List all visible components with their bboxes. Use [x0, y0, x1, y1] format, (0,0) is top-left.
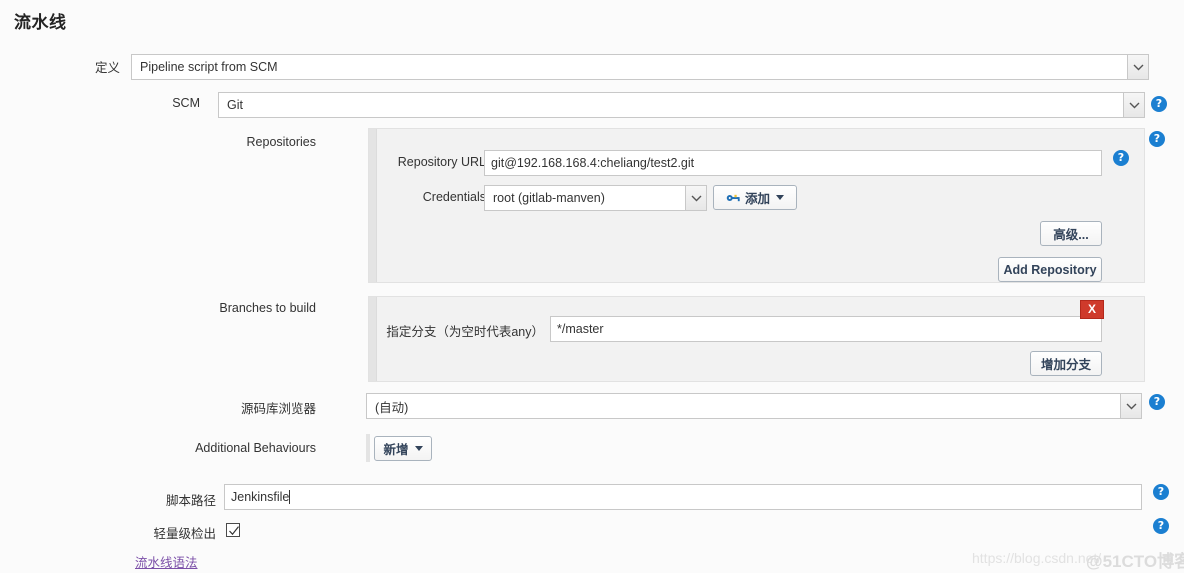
add-behaviour-label: 新增	[383, 443, 409, 457]
pipeline-config-page: 流水线 定义 Pipeline script from SCM SCM Git …	[0, 0, 1184, 573]
panel-accent-bar	[369, 129, 377, 282]
behaviours-accent-bar	[366, 434, 370, 462]
delete-branch-button[interactable]: X	[1080, 300, 1104, 319]
advanced-button-label: 高级...	[1053, 228, 1089, 242]
pipeline-syntax-link[interactable]: 流水线语法	[135, 552, 198, 571]
repo-browser-select[interactable]: (自动)	[366, 393, 1142, 419]
watermark-handle: @51CTO博客	[1086, 552, 1184, 571]
branch-specifier-label-wrap: 指定分支（为空时代表any）	[384, 321, 544, 340]
page-title: 流水线	[14, 13, 67, 32]
add-credentials-button[interactable]: 添加	[713, 185, 798, 210]
advanced-button[interactable]: 高级...	[1040, 221, 1102, 246]
credentials-select-value: root (gitlab-manven)	[493, 191, 605, 205]
credentials-label-wrap: Credentials	[380, 190, 486, 204]
repository-url-label: Repository URL	[397, 155, 486, 169]
definition-label-wrap: 定义	[30, 57, 120, 76]
branch-specifier-input[interactable]: */master	[550, 316, 1102, 342]
watermark-url: https://blog.csdn.net/	[972, 550, 1102, 566]
caret-down-icon	[414, 446, 423, 451]
key-icon	[726, 194, 740, 201]
definition-label: 定义	[94, 61, 120, 75]
help-icon-repositories[interactable]: ?	[1149, 131, 1165, 147]
lightweight-checkout-checkbox[interactable]	[226, 523, 240, 537]
branch-specifier-value: */master	[557, 322, 604, 336]
additional-behaviours-label: Additional Behaviours	[195, 441, 316, 455]
add-branch-button[interactable]: 增加分支	[1030, 351, 1102, 376]
help-icon-lightweight-checkout[interactable]: ?	[1153, 518, 1169, 534]
repo-browser-label: 源码库浏览器	[240, 402, 316, 416]
credentials-label: Credentials	[422, 190, 486, 204]
help-icon-script-path[interactable]: ?	[1153, 484, 1169, 500]
help-icon-scm[interactable]: ?	[1151, 96, 1167, 112]
chevron-down-icon[interactable]	[1127, 55, 1148, 79]
add-behaviour-button[interactable]: 新增	[374, 436, 432, 461]
branches-label-wrap: Branches to build	[186, 301, 316, 315]
credentials-select[interactable]: root (gitlab-manven)	[484, 185, 707, 211]
repositories-label: Repositories	[246, 135, 316, 149]
add-repository-button[interactable]: Add Repository	[998, 257, 1102, 282]
scm-select[interactable]: Git	[218, 92, 1145, 118]
help-icon-repository-url[interactable]: ?	[1113, 150, 1129, 166]
check-icon	[229, 526, 239, 536]
help-icon-repo-browser[interactable]: ?	[1149, 394, 1165, 410]
repo-browser-select-value: (自动)	[375, 400, 409, 415]
lightweight-checkout-label: 轻量级检出	[153, 527, 216, 541]
chevron-down-icon[interactable]	[1120, 394, 1141, 418]
add-branch-label: 增加分支	[1041, 358, 1092, 372]
repository-url-input[interactable]: git@192.168.168.4:cheliang/test2.git	[484, 150, 1102, 176]
scm-select-value: Git	[227, 98, 243, 112]
lightweight-checkout-label-wrap: 轻量级检出	[120, 523, 216, 542]
script-path-input[interactable]: Jenkinsfile	[224, 484, 1142, 510]
scm-label: SCM	[172, 96, 200, 110]
script-path-label: 脚本路径	[165, 494, 216, 508]
scm-label-wrap: SCM	[110, 96, 200, 110]
script-path-label-wrap: 脚本路径	[120, 490, 216, 509]
text-cursor	[289, 490, 291, 504]
add-repository-label: Add Repository	[1003, 262, 1097, 277]
definition-select-value: Pipeline script from SCM	[140, 60, 278, 74]
chevron-down-icon[interactable]	[685, 186, 706, 210]
branch-specifier-label: 指定分支（为空时代表any）	[386, 325, 544, 339]
repository-url-label-wrap: Repository URL	[380, 155, 486, 169]
definition-select[interactable]: Pipeline script from SCM	[131, 54, 1149, 80]
repo-browser-label-wrap: 源码库浏览器	[216, 398, 316, 417]
branches-label: Branches to build	[219, 301, 316, 315]
additional-behaviours-label-wrap: Additional Behaviours	[186, 441, 316, 455]
repositories-label-wrap: Repositories	[186, 135, 316, 149]
add-credentials-label: 添加	[745, 192, 771, 206]
panel-accent-bar	[369, 297, 377, 381]
script-path-value: Jenkinsfile	[231, 490, 290, 504]
chevron-down-icon[interactable]	[1123, 93, 1144, 117]
repository-url-value: git@192.168.168.4:cheliang/test2.git	[491, 156, 695, 170]
caret-down-icon	[776, 195, 785, 200]
